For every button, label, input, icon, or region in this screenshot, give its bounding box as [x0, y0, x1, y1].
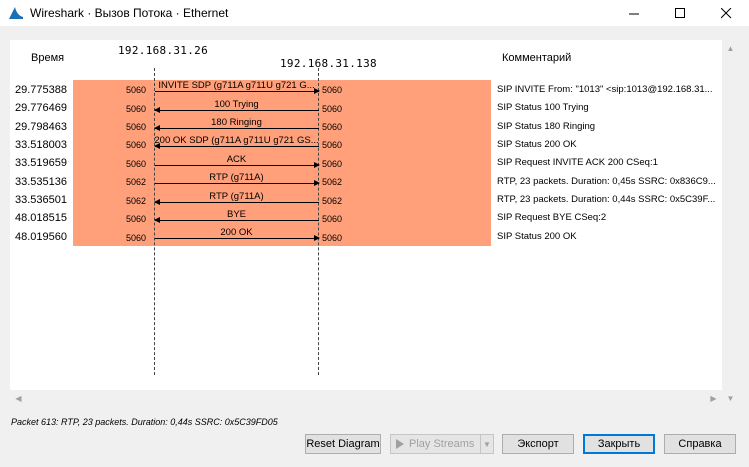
- flow-label: ACK: [226, 154, 247, 165]
- flow-port-left: 5060: [126, 140, 147, 150]
- window-title: Wireshark · Вызов Потока · Ethernet: [30, 6, 229, 20]
- flow-time: 48.019560: [15, 231, 67, 243]
- flow-port-right: 5060: [322, 233, 343, 243]
- maximize-icon: [674, 7, 685, 18]
- flow-label: RTP (g711A): [209, 191, 264, 202]
- flow-comment: SIP INVITE From: "1013" <sip:1013@192.16…: [497, 84, 713, 95]
- flow-label: BYE: [226, 209, 246, 220]
- flow-port-left: 5060: [126, 104, 147, 114]
- flow-port-right: 5060: [322, 159, 343, 169]
- flow-label: RTP (g711A): [209, 172, 264, 183]
- play-streams-button[interactable]: Play Streams: [390, 434, 481, 454]
- time-column-header: Время: [31, 52, 65, 64]
- flow-arrow-left: [154, 107, 319, 113]
- wireshark-fin-icon: [9, 7, 23, 19]
- flow-time: 29.798463: [15, 121, 67, 133]
- flow-time: 33.519659: [15, 157, 67, 169]
- comment-column-header: Комментарий: [502, 52, 572, 64]
- host-left-header: 192.168.31.26: [118, 44, 208, 57]
- flow-port-left: 5060: [126, 159, 147, 169]
- flow-port-right: 5060: [322, 85, 343, 95]
- scroll-left-icon[interactable]: ◀: [10, 390, 27, 407]
- flow-time: 29.775388: [15, 84, 67, 96]
- scroll-right-icon[interactable]: ▶: [705, 390, 722, 407]
- flow-port-left: 5060: [126, 85, 147, 95]
- flow-port-left: 5062: [126, 177, 147, 187]
- play-streams-dropdown[interactable]: ▼: [480, 434, 494, 454]
- maximize-button[interactable]: [657, 0, 703, 26]
- horizontal-scrollbar[interactable]: ◀ ▶: [10, 390, 722, 407]
- flow-arrow-right: [155, 180, 320, 186]
- flow-port-right: 5060: [322, 214, 343, 224]
- flow-time: 33.535136: [15, 176, 67, 188]
- scroll-up-icon[interactable]: ▲: [722, 40, 739, 57]
- minimize-button[interactable]: [611, 0, 657, 26]
- flow-arrow-left: [154, 217, 319, 223]
- flow-label: 200 OK: [220, 227, 253, 238]
- close-button[interactable]: Закрыть: [583, 434, 655, 454]
- help-button[interactable]: Справка: [664, 434, 736, 454]
- flow-port-right: 5060: [322, 122, 343, 132]
- vertical-scrollbar[interactable]: ▲ ▼: [722, 40, 739, 407]
- export-button[interactable]: Экспорт: [502, 434, 574, 454]
- play-streams-label: Play Streams: [409, 438, 475, 450]
- play-icon: [396, 439, 404, 449]
- flow-time: 33.518003: [15, 139, 67, 151]
- flow-port-right: 5062: [322, 177, 343, 187]
- flow-port-right: 5060: [322, 104, 343, 114]
- close-window-button[interactable]: [703, 0, 749, 26]
- reset-diagram-button[interactable]: Reset Diagram: [305, 434, 381, 454]
- minimize-icon: [628, 13, 639, 14]
- flow-port-left: 5060: [126, 214, 147, 224]
- flow-port-left: 5060: [126, 122, 147, 132]
- flow-comment: SIP Status 200 OK: [497, 139, 577, 150]
- host-right-header: 192.168.31.138: [280, 57, 377, 70]
- flow-arrow-left: [154, 199, 319, 205]
- flow-comment: SIP Request BYE CSeq:2: [497, 212, 607, 223]
- flow-port-left: 5062: [126, 196, 147, 206]
- flow-arrow-right: [155, 88, 320, 94]
- flow-port-right: 5060: [322, 140, 343, 150]
- flow-comment: SIP Status 180 Ringing: [497, 121, 596, 132]
- flow-label: 180 Ringing: [211, 117, 262, 128]
- flow-time: 33.536501: [15, 194, 67, 206]
- flow-arrow-right: [155, 162, 320, 168]
- flow-label: 100 Trying: [214, 99, 259, 110]
- scroll-down-icon[interactable]: ▼: [722, 390, 739, 407]
- flow-time: 48.018515: [15, 212, 67, 224]
- flow-comment: RTP, 23 packets. Duration: 0,44s SSRC: 0…: [497, 194, 716, 205]
- flow-comment: RTP, 23 packets. Duration: 0,45s SSRC: 0…: [497, 176, 716, 187]
- flow-comment: SIP Status 200 OK: [497, 231, 577, 242]
- flow-comment: SIP Status 100 Trying: [497, 102, 589, 113]
- flow-arrow-left: [154, 143, 319, 149]
- flow-label: 200 OK SDP (g711A g711U g721 GS...: [154, 135, 319, 146]
- chevron-down-icon: ▼: [483, 439, 491, 449]
- host-right-lifeline: [318, 68, 319, 375]
- flow-time: 29.776469: [15, 102, 67, 114]
- close-icon: [720, 7, 731, 18]
- status-text: Packet 613: RTP, 23 packets. Duration: 0…: [11, 417, 278, 427]
- flow-label: INVITE SDP (g711A g711U g721 G...: [158, 80, 315, 91]
- title-bar: Wireshark · Вызов Потока · Ethernet: [0, 0, 749, 26]
- flow-port-left: 5060: [126, 233, 147, 243]
- flow-arrow-right: [155, 235, 320, 241]
- flow-arrow-left: [154, 125, 319, 131]
- flow-comment: SIP Request INVITE ACK 200 CSeq:1: [497, 157, 658, 168]
- flow-port-right: 5062: [322, 196, 343, 206]
